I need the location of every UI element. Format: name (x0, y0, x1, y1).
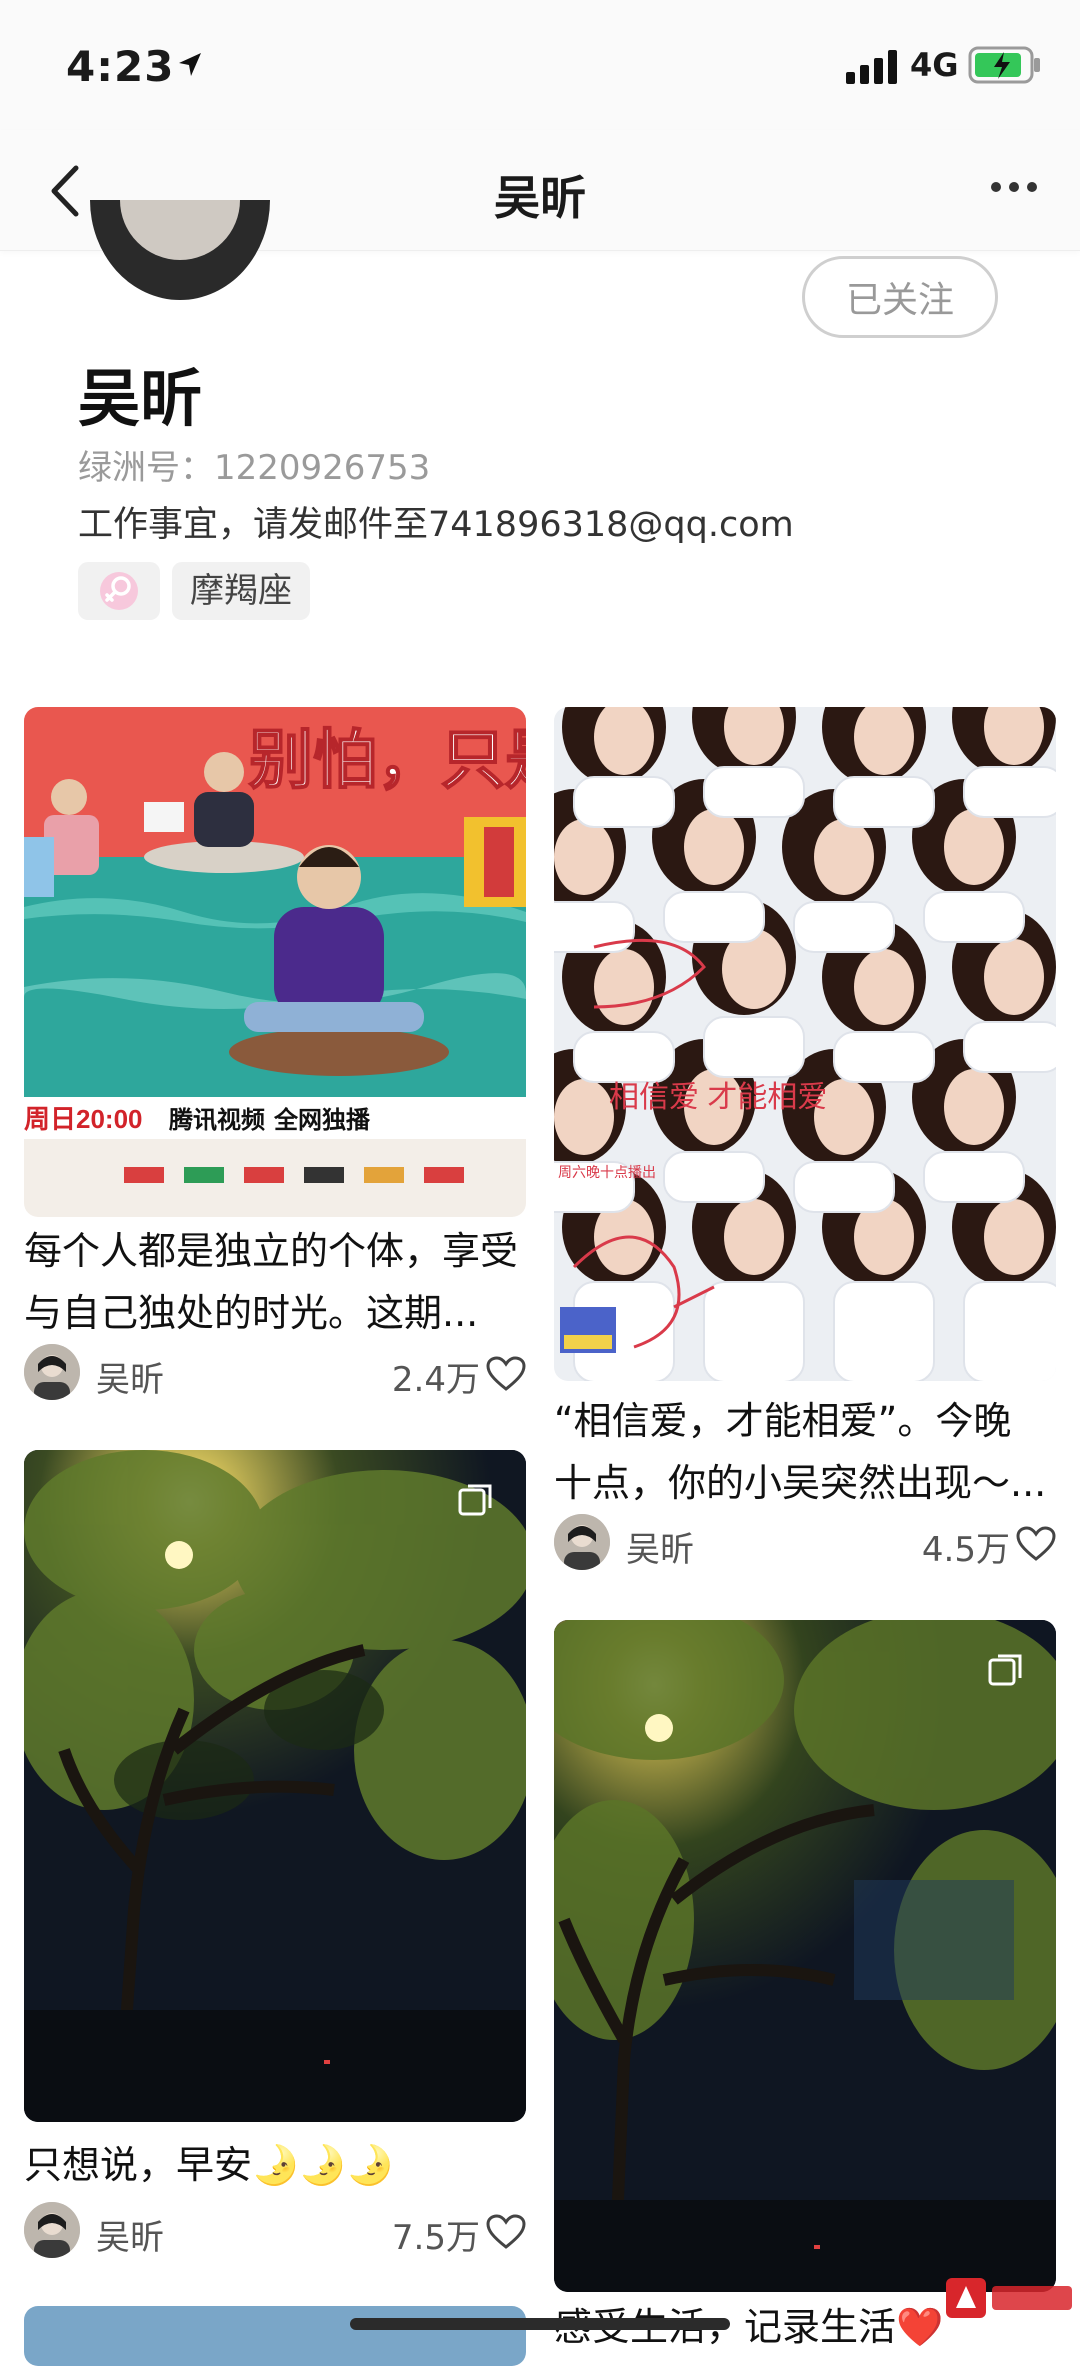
post-caption-2a[interactable]: “相信爱，才能相爱”。今晚 (554, 1390, 1011, 1452)
author-name[interactable]: 吴昕 (626, 1522, 694, 1571)
post-image-5[interactable] (24, 2306, 526, 2366)
battery-charging-icon (968, 46, 1040, 84)
female-icon (100, 572, 138, 610)
profile-name: 吴昕 (78, 362, 203, 435)
post-image-1[interactable]: 别怕，只是 周日20:00 腾讯视频 全网独播 (24, 707, 526, 1217)
post-caption-2b[interactable]: 十点，你的小吴突然出现～... (554, 1452, 1046, 1514)
profile-avatar[interactable] (90, 200, 270, 300)
poster-headline: 别怕，只是 (249, 724, 526, 796)
oasis-id: 绿洲号：1220926753 (78, 448, 431, 488)
like-count: 2.4万 (391, 1360, 480, 1400)
post-image-2[interactable]: 相信爱 才能相爱 周六晚十点播出 (554, 707, 1056, 1381)
source-watermark-logo (946, 2278, 1072, 2318)
post-caption-1b[interactable]: 与自己独处的时光。这期... (24, 1282, 478, 1344)
gender-tag (78, 562, 160, 620)
poster-date: 周日20:00 (24, 1104, 143, 1134)
status-bar: 4:23 4G (0, 0, 1080, 130)
multi-image-icon (988, 1654, 1022, 1686)
author-avatar[interactable] (24, 2202, 80, 2258)
post-image-3[interactable] (24, 1450, 526, 2122)
poster-platform: 腾讯视频 (169, 1107, 265, 1134)
heart-icon[interactable] (1016, 1526, 1056, 1562)
multi-image-icon (458, 1484, 492, 1516)
post-caption-1a[interactable]: 每个人都是独立的个体，享受 (24, 1220, 518, 1282)
poster-exclusive: 全网独播 (273, 1106, 371, 1134)
poster-time: 周六晚十点播出 (558, 1164, 656, 1180)
zodiac-tag: 摩羯座 (172, 562, 310, 620)
home-indicator (350, 2318, 730, 2330)
profile-bio: 工作事宜，请发邮件至741896318@qq.com (78, 505, 794, 545)
author-name[interactable]: 吴昕 (96, 1352, 164, 1401)
post-caption-3[interactable]: 只想说，早安🌛🌛🌛 (24, 2134, 394, 2196)
like-count: 4.5万 (921, 1530, 1010, 1570)
author-avatar[interactable] (554, 1514, 610, 1570)
status-time: 4:23 (66, 42, 175, 91)
heart-icon[interactable] (486, 2214, 526, 2250)
heart-icon[interactable] (486, 1356, 526, 1392)
signal-icon (846, 50, 897, 84)
network-label: 4G (910, 46, 959, 84)
more-options-icon[interactable] (990, 172, 1038, 202)
follow-button[interactable]: 已关注 (802, 256, 998, 338)
author-avatar[interactable] (24, 1344, 80, 1400)
author-name[interactable]: 吴昕 (96, 2210, 164, 2259)
poster-quote: 相信爱 才能相爱 (609, 1081, 827, 1114)
post-image-4[interactable] (554, 1620, 1056, 2292)
like-count: 7.5万 (391, 2218, 480, 2258)
location-arrow-icon (179, 53, 201, 76)
